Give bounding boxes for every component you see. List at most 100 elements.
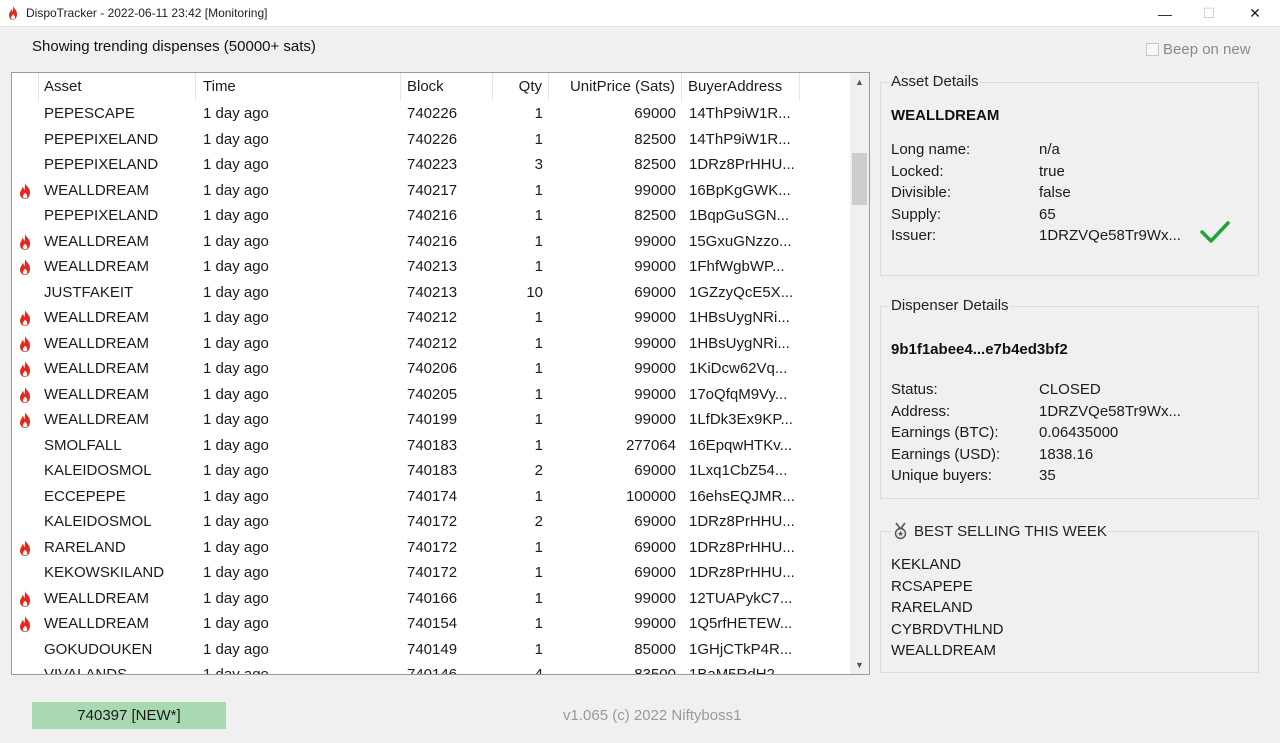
flame-icon	[17, 590, 35, 608]
cell-time: 1 day ago	[203, 207, 269, 224]
scroll-thumb[interactable]	[852, 153, 867, 205]
cell-qty: 1	[534, 105, 543, 122]
cell-buyer-address: 14ThP9iW1R...	[689, 105, 791, 122]
table-row[interactable]: RARELAND 1 day ago 740172 1 69000 1DRz8PrHHU.…	[12, 535, 850, 561]
field-key: Address:	[891, 402, 951, 420]
table-row[interactable]: WEALLDREAM 1 day ago 740216 1 99000 15GxuGNzz…	[12, 229, 850, 255]
header-block[interactable]: Block	[401, 73, 493, 101]
cell-qty: 1	[534, 615, 543, 632]
table-row[interactable]: SMOLFALL 1 day ago 740183 1 277064 16EpqwHTKv…	[12, 433, 850, 459]
field-value: true	[1039, 162, 1065, 180]
cell-qty: 1	[534, 640, 543, 658]
cell-buyer-address: 1Q5rfHETEW...	[689, 615, 793, 632]
header-unit-price[interactable]: UnitPrice (Sats)	[549, 73, 682, 101]
asset-field: Locked: true	[891, 161, 1251, 183]
header-asset[interactable]: Asset	[39, 73, 196, 101]
cell-time: 1 day ago	[203, 156, 269, 173]
checkbox-box[interactable]	[1146, 43, 1159, 56]
cell-block: 740226	[407, 105, 458, 122]
asset-details-title: Asset Details	[890, 73, 980, 90]
best-selling-item: WEALLDREAM	[891, 642, 997, 659]
scroll-up-arrow-icon[interactable]: ▲	[850, 73, 869, 91]
flame-icon	[17, 411, 35, 429]
table-row[interactable]: WEALLDREAM 1 day ago 740206 1 99000 1KiDcw62V…	[12, 356, 850, 382]
table-row[interactable]: KEKOWSKILAND 1 day ago 740172 1 69000 1DRz8Pr…	[12, 560, 850, 586]
dispenser-field: Earnings (USD): 1838.16	[891, 444, 1251, 466]
table-row[interactable]: WEALLDREAM 1 day ago 740154 1 99000 1Q5rfHETE…	[12, 611, 850, 637]
medal-icon	[894, 522, 907, 540]
header-icon-column[interactable]	[12, 73, 39, 101]
cell-buyer-address: 1DRz8PrHHU...	[689, 156, 795, 173]
table-row[interactable]: KALEIDOSMOL 1 day ago 740183 2 69000 1Lxq1CbZ…	[12, 458, 850, 484]
header-time[interactable]: Time	[196, 73, 401, 101]
cell-buyer-address: 12TUAPykC7...	[689, 589, 793, 607]
flame-icon	[17, 335, 35, 353]
table-row[interactable]: ECCEPEPE 1 day ago 740174 1 100000 16ehsEQJMR…	[12, 484, 850, 510]
field-key: Locked:	[891, 162, 944, 180]
dispenser-field: Status: CLOSED	[891, 379, 1251, 401]
table-row[interactable]: KALEIDOSMOL 1 day ago 740172 2 69000 1DRz8PrH…	[12, 509, 850, 535]
table-row[interactable]: WEALLDREAM 1 day ago 740217 1 99000 16BpKgGWK…	[12, 178, 850, 204]
field-key: Divisible:	[891, 184, 952, 201]
table-row[interactable]: WEALLDREAM 1 day ago 740199 1 99000 1LfDk3Ex9…	[12, 407, 850, 433]
table-row[interactable]: VIVALANDS 1 day ago 740146 4 83500 1BaM5RdH2.…	[12, 662, 850, 674]
table-row[interactable]: PEPEPIXELAND 1 day ago 740226 1 82500 14ThP9i…	[12, 127, 850, 153]
asset-details-group: Asset Details WEALLDREAM Long name: n/a L…	[880, 73, 1259, 276]
cell-unit-price: 100000	[625, 487, 676, 505]
latest-block-status: 740397 [NEW*]	[32, 702, 226, 729]
cell-unit-price: 69000	[634, 564, 676, 581]
cell-unit-price: 99000	[634, 385, 676, 403]
cell-time: 1 day ago	[203, 283, 269, 301]
cell-asset: PEPEPIXELAND	[44, 130, 159, 148]
cell-time: 1 day ago	[203, 360, 269, 377]
cell-qty: 1	[534, 385, 543, 403]
field-value: 1838.16	[1039, 445, 1094, 463]
asset-field: Long name: n/a	[891, 139, 1251, 161]
minimize-button[interactable]: —	[1142, 0, 1188, 27]
flame-icon	[17, 539, 35, 557]
header-qty[interactable]: Qty	[493, 73, 549, 101]
cell-unit-price: 277064	[625, 436, 676, 454]
cell-buyer-address: 1HBsUygNRi...	[689, 309, 790, 326]
maximize-button[interactable]: ☐	[1186, 0, 1232, 27]
dispense-list[interactable]: Asset Time Block Qty UnitPrice (Sats) Bu…	[11, 72, 870, 675]
cell-asset: PEPEPIXELAND	[44, 207, 159, 224]
field-value: 65	[1039, 205, 1056, 223]
table-row[interactable]: WEALLDREAM 1 day ago 740205 1 99000 17oQfqM9V…	[12, 382, 850, 408]
dispenser-details-group: Dispenser Details 9b1f1abee4...e7b4ed3bf…	[880, 297, 1259, 499]
cell-buyer-address: 1KiDcw62Vq...	[689, 360, 788, 377]
field-key: Earnings (USD):	[891, 445, 1001, 463]
cell-qty: 1	[534, 232, 543, 250]
table-row[interactable]: WEALLDREAM 1 day ago 740212 1 99000 1HBsUygNR…	[12, 305, 850, 331]
cell-qty: 1	[534, 436, 543, 454]
table-row[interactable]: WEALLDREAM 1 day ago 740212 1 99000 1HBsUygNR…	[12, 331, 850, 357]
asset-field: Divisible: false	[891, 182, 1251, 204]
field-value: 0.06435000	[1039, 424, 1119, 441]
cell-asset: ECCEPEPE	[44, 487, 126, 505]
cell-time: 1 day ago	[203, 309, 269, 326]
header-buyer-address[interactable]: BuyerAddress	[682, 73, 800, 101]
cell-asset: KEKOWSKILAND	[44, 564, 165, 581]
table-row[interactable]: PEPEPIXELAND 1 day ago 740223 3 82500 1DRz8Pr…	[12, 152, 850, 178]
dispenser-field: Unique buyers: 35	[891, 465, 1251, 487]
table-row[interactable]: WEALLDREAM 1 day ago 740213 1 99000 1FhfWgbWP…	[12, 254, 850, 280]
field-key: Unique buyers:	[891, 467, 992, 484]
table-row[interactable]: PEPESCAPE 1 day ago 740226 1 69000 14ThP9iW1R…	[12, 101, 850, 127]
scroll-down-arrow-icon[interactable]: ▼	[850, 656, 869, 674]
table-row[interactable]: GOKUDOUKEN 1 day ago 740149 1 85000 1GHjCTkP4…	[12, 637, 850, 663]
beep-on-new-checkbox[interactable]: Beep on new	[1146, 41, 1251, 58]
table-row[interactable]: WEALLDREAM 1 day ago 740166 1 99000 12TUAPykC…	[12, 586, 850, 612]
cell-qty: 1	[534, 258, 543, 275]
table-row[interactable]: PEPEPIXELAND 1 day ago 740216 1 82500 1BqpGuS…	[12, 203, 850, 229]
cell-unit-price: 69000	[634, 462, 676, 479]
table-row[interactable]: JUSTFAKEIT 1 day ago 740213 10 69000 1GZzyQcE…	[12, 280, 850, 306]
vertical-scrollbar[interactable]: ▲ ▼	[850, 73, 869, 674]
beep-label[interactable]: Beep on new	[1163, 41, 1251, 58]
cell-qty: 1	[534, 538, 543, 556]
cell-qty: 2	[534, 513, 543, 530]
close-button[interactable]: ✕	[1232, 0, 1278, 27]
cell-asset: WEALLDREAM	[44, 334, 150, 352]
cell-time: 1 day ago	[203, 462, 269, 479]
cell-asset: PEPESCAPE	[44, 105, 135, 122]
cell-asset: WEALLDREAM	[44, 232, 150, 250]
